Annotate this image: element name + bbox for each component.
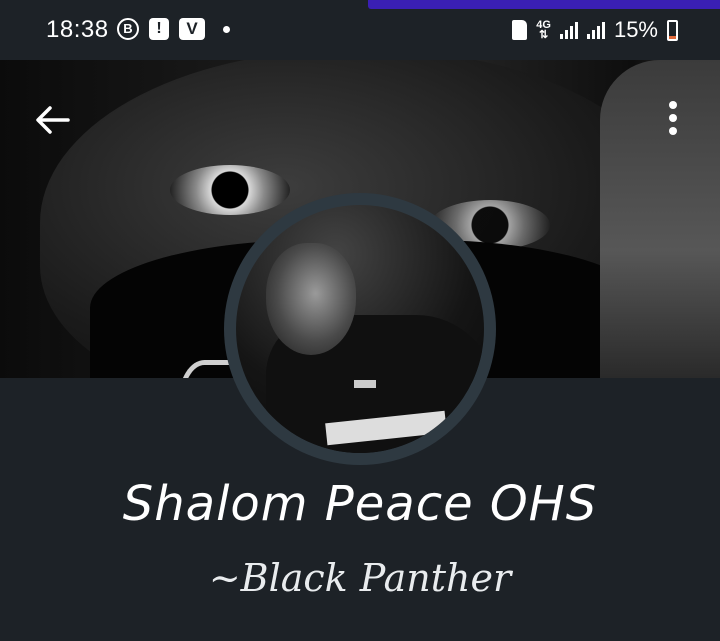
alert-icon: ! [149, 18, 169, 40]
dot-icon [223, 25, 230, 33]
cover-hand [600, 60, 720, 378]
profile-about: ~Black Panther [208, 556, 512, 600]
signal-icon-2 [586, 21, 605, 39]
network-type-label: 4G [536, 19, 551, 31]
notification-icons: B ! V [117, 18, 230, 40]
cover-eye [170, 165, 290, 215]
status-bar: 18:38 B ! V 4G ⇅ 15% [0, 0, 720, 60]
network-type-icon: 4G ⇅ [536, 19, 551, 41]
status-time: 18:38 [46, 16, 109, 43]
avatar[interactable] [236, 205, 484, 453]
signal-icon [559, 21, 578, 39]
more-vertical-icon[interactable] [662, 98, 684, 142]
v-app-icon: V [179, 18, 205, 40]
avatar-shirt-logo [354, 380, 376, 388]
arrow-left-icon[interactable] [32, 100, 72, 140]
battery-icon [667, 19, 678, 41]
battery-fill [669, 35, 676, 39]
battery-percent: 15% [613, 17, 658, 42]
profile-name: Shalom Peace OHS [122, 476, 598, 532]
b-circle-icon: B [117, 18, 139, 40]
avatar-head [266, 243, 356, 355]
status-progress-bar [368, 0, 720, 9]
sim-icon [512, 20, 528, 40]
status-right-icons: 4G ⇅ 15% [512, 17, 678, 43]
